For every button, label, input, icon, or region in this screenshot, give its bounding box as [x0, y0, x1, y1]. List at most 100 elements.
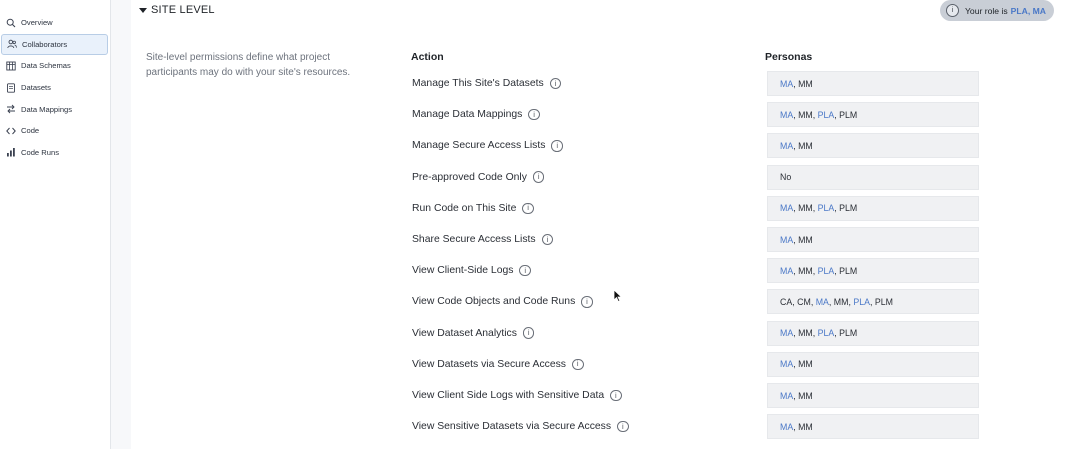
gutter — [111, 0, 131, 449]
table-row: Pre-approved Code Only i No — [131, 164, 1068, 190]
persona-tag: MM — [798, 328, 813, 339]
persona-tag: MA — [780, 359, 794, 370]
persona-tag: MA — [780, 140, 794, 151]
info-icon[interactable]: i — [617, 420, 629, 433]
action-cell: Manage Data Mappings i — [412, 102, 540, 127]
sidebar-item-datasets[interactable]: Datasets — [0, 77, 110, 99]
table-row: Manage This Site's Datasets i MA, MM — [131, 71, 1068, 96]
action-cell: Pre-approved Code Only i — [412, 165, 545, 190]
action-label: Manage Data Mappings — [412, 109, 523, 121]
action-label: View Code Objects and Code Runs — [412, 296, 576, 308]
action-cell: View Client-Side Logs i — [412, 258, 531, 283]
personas-cell: CA, CM, MA, MM, PLA, PLM — [767, 289, 979, 315]
persona-tag: MA — [780, 78, 794, 89]
persona-tag: MA — [780, 109, 794, 120]
persona-tag: MM — [798, 265, 813, 276]
personas-cell: MA, MM, PLA, PLM — [767, 320, 979, 346]
persona-tag: MA — [780, 203, 794, 214]
bar-chart-icon — [6, 147, 16, 157]
section-toggle-site-level[interactable]: SITE LEVEL — [139, 4, 215, 16]
persona-tag: MM — [798, 390, 813, 401]
persona-tag: PLA — [817, 203, 835, 214]
action-label: Share Secure Access Lists — [412, 234, 536, 245]
sidebar-item-collaborators[interactable]: Collaborators — [1, 33, 108, 56]
action-cell: View Dataset Analytics i — [412, 321, 535, 346]
personas-cell: MA, MM — [767, 383, 979, 408]
info-icon[interactable]: i — [522, 327, 535, 339]
sidebar-item-code[interactable]: Code — [0, 120, 110, 142]
persona-tag: MM — [798, 140, 813, 151]
caret-down-icon — [139, 7, 147, 13]
persona-tag: No — [780, 172, 792, 183]
column-header-personas: Personas — [765, 51, 813, 63]
personas-cell: MA, MM — [767, 414, 979, 440]
persona-tag: MM — [798, 203, 813, 214]
role-values: PLA, MA — [1010, 5, 1046, 16]
action-label: View Client-Side Logs — [412, 265, 514, 277]
action-label: View Client Side Logs with Sensitive Dat… — [412, 390, 605, 401]
info-icon[interactable]: i — [541, 233, 554, 246]
table-row: View Datasets via Secure Access i MA, MM — [131, 351, 1068, 377]
personas-cell: MA, MM, PLA, PLM — [767, 195, 979, 221]
personas-cell: MA, MM — [767, 71, 979, 96]
persona-tag: MM — [798, 109, 813, 120]
info-icon: i — [945, 4, 959, 17]
sidebar-item-overview[interactable]: Overview — [0, 12, 110, 34]
action-cell: View Datasets via Secure Access i — [412, 352, 584, 377]
sidebar-item-label: Code Runs — [21, 147, 59, 157]
persona-tag: MM — [798, 421, 813, 432]
persona-tag: PLA — [853, 296, 870, 307]
table-row: View Client Side Logs with Sensitive Dat… — [131, 383, 1068, 408]
sidebar-item-code-runs[interactable]: Code Runs — [0, 142, 110, 164]
persona-tag: MM — [798, 234, 813, 245]
action-cell: View Sensitive Datasets via Secure Acces… — [412, 414, 629, 439]
persona-tag: MA — [780, 390, 794, 401]
sidebar-item-label: Overview — [21, 18, 53, 28]
info-icon[interactable]: i — [549, 77, 562, 90]
action-label: Manage This Site's Datasets — [412, 78, 544, 89]
persona-tag: MA — [780, 265, 794, 276]
personas-cell: MA, MM — [767, 133, 979, 159]
search-icon — [6, 18, 16, 28]
sidebar-item-label: Collaborators — [22, 39, 68, 49]
personas-cell: MA, MM, PLA, PLM — [767, 102, 979, 128]
table-row: View Sensitive Datasets via Secure Acces… — [131, 414, 1068, 440]
info-icon[interactable]: i — [528, 108, 540, 121]
sidebar-item-data-mappings[interactable]: Data Mappings — [0, 98, 110, 120]
persona-tag: MA — [780, 421, 794, 432]
sidebar-item-label: Data Mappings — [21, 104, 73, 114]
main-content: SITE LEVEL i Your role is PLA, MA Site-l… — [131, 0, 1068, 449]
table-row: View Client-Side Logs i MA, MM, PLA, PLM — [131, 258, 1068, 284]
action-label: View Sensitive Datasets via Secure Acces… — [412, 421, 612, 433]
persona-tag: PLA — [817, 265, 835, 276]
sidebar-item-data-schemas[interactable]: Data Schemas — [0, 55, 110, 77]
persona-tag: MM — [833, 296, 849, 307]
sidebar: Overview Collaborators Data Schemas Dataset… — [0, 0, 111, 449]
table-row: View Dataset Analytics i MA, MM, PLA, PLM — [131, 320, 1068, 346]
info-icon[interactable]: i — [532, 171, 545, 183]
persona-tag: PLM — [839, 109, 858, 120]
info-icon[interactable]: i — [572, 358, 584, 371]
action-cell: Share Secure Access Lists i — [412, 227, 554, 252]
arrows-swap-icon — [6, 104, 16, 114]
sidebar-item-label: Datasets — [21, 83, 51, 93]
persona-tag: MA — [780, 328, 794, 339]
info-icon[interactable]: i — [610, 389, 622, 402]
table-row: Run Code on This Site i MA, MM, PLA, PLM — [131, 195, 1068, 221]
table-row: Manage Secure Access Lists i MA, MM — [131, 133, 1068, 159]
persona-tag: CM — [797, 296, 811, 307]
persona-tag: MM — [798, 78, 813, 89]
info-icon[interactable]: i — [522, 202, 534, 215]
persona-tag: PLM — [839, 203, 858, 214]
info-icon[interactable]: i — [581, 296, 593, 308]
code-brackets-icon — [6, 126, 16, 136]
users-icon — [7, 39, 17, 49]
personas-cell: No — [767, 164, 979, 190]
info-icon[interactable]: i — [519, 264, 531, 277]
info-icon[interactable]: i — [551, 140, 563, 152]
persona-tag: MM — [798, 359, 813, 370]
sidebar-item-label: Code — [21, 126, 40, 136]
sidebar-nav: Overview Collaborators Data Schemas Dataset… — [0, 0, 110, 163]
table-row: View Code Objects and Code Runs i CA, CM, … — [131, 289, 1068, 315]
column-header-action: Action — [411, 51, 444, 63]
